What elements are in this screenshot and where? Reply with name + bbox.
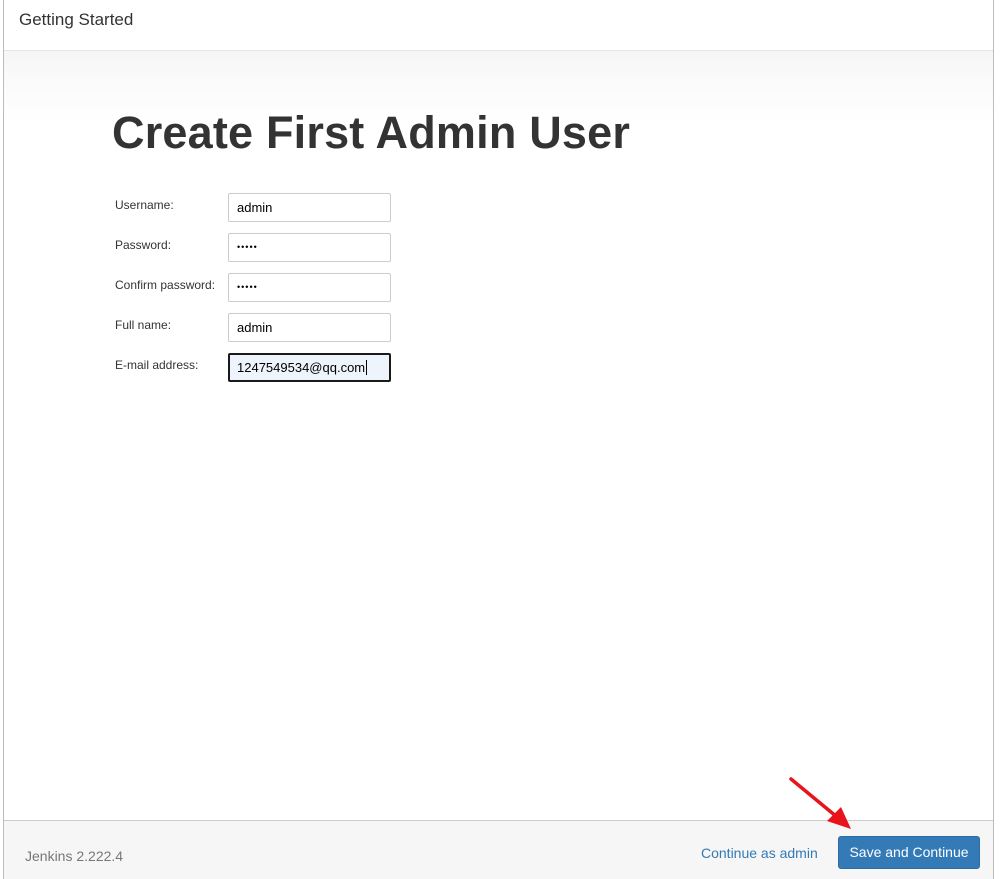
page-title: Create First Admin User <box>112 107 631 158</box>
email-input[interactable]: 1247549534@qq.com <box>228 353 391 382</box>
email-value: 1247549534@qq.com <box>237 360 366 375</box>
password-label: Password: <box>115 238 172 252</box>
wizard-content: Create First Admin User Username: admin … <box>4 51 993 820</box>
confirm-password-input[interactable]: ••••• <box>228 273 391 302</box>
version-label: Jenkins 2.222.4 <box>25 848 124 864</box>
email-row: E-mail address: 1247549534@qq.com <box>115 353 415 383</box>
confirm-password-label: Confirm password: <box>115 278 216 292</box>
full-name-input[interactable]: admin <box>228 313 391 342</box>
continue-as-admin-link[interactable]: Continue as admin <box>701 845 818 861</box>
full-name-row: Full name: admin <box>115 313 415 343</box>
window-border-right <box>993 0 994 879</box>
red-arrow-icon <box>789 777 851 829</box>
email-label: E-mail address: <box>115 358 199 372</box>
password-row: Password: ••••• <box>115 233 415 263</box>
text-caret <box>366 360 368 376</box>
header-title: Getting Started <box>19 10 134 29</box>
username-label: Username: <box>115 198 174 212</box>
username-row: Username: admin <box>115 193 415 223</box>
setup-wizard-window: Getting Started Create First Admin User … <box>0 0 1000 879</box>
username-input[interactable]: admin <box>228 193 391 222</box>
full-name-label: Full name: <box>115 318 172 332</box>
save-and-continue-button[interactable]: Save and Continue <box>838 836 980 869</box>
wizard-header: Getting Started <box>4 0 993 51</box>
confirm-password-row: Confirm password: ••••• <box>115 273 415 303</box>
password-input[interactable]: ••••• <box>228 233 391 262</box>
